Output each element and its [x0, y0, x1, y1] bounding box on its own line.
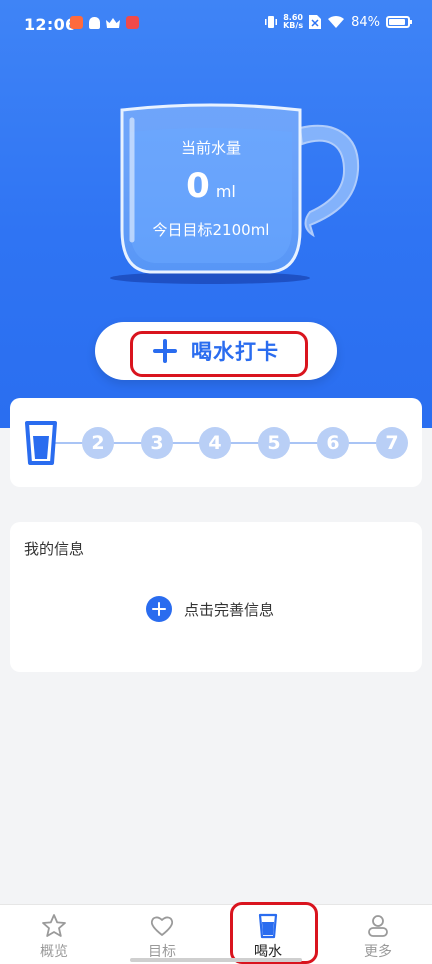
- plus-icon: [153, 339, 177, 363]
- star-icon: [42, 914, 66, 937]
- notification-icons: [70, 16, 139, 29]
- status-bar: 12:06 8.60 KB/s 84%: [0, 0, 432, 50]
- step-3[interactable]: 3: [141, 427, 173, 459]
- step-2[interactable]: 2: [82, 427, 114, 459]
- tab-overview[interactable]: 概览: [14, 913, 94, 961]
- sim-icon: [309, 15, 322, 29]
- water-cup-icon: [258, 913, 278, 939]
- complete-info-label: 点击完善信息: [184, 600, 275, 619]
- bottom-tab-bar: 概览 目标 喝水 更多: [0, 904, 432, 964]
- add-circle-icon: [146, 596, 172, 622]
- heart-icon: [150, 916, 174, 936]
- my-info-card: 我的信息 点击完善信息: [10, 522, 422, 672]
- tab-drink-water[interactable]: 喝水: [228, 913, 308, 961]
- battery-percent: 84%: [351, 14, 380, 30]
- status-time: 12:06: [24, 15, 77, 34]
- drink-checkin-button[interactable]: 喝水打卡: [95, 322, 337, 380]
- network-speed: 8.60 KB/s: [283, 13, 304, 30]
- status-right: 8.60 KB/s 84%: [265, 13, 412, 30]
- tab-goal[interactable]: 目标: [122, 913, 202, 961]
- app-notification-icon: [70, 16, 83, 29]
- vibrate-icon: [265, 16, 278, 28]
- battery-icon: [386, 16, 412, 28]
- daily-goal-text: 今日目标2100ml: [152, 221, 270, 239]
- water-cup-icon: [25, 421, 57, 465]
- tab-more-label: 更多: [364, 944, 392, 960]
- checkin-button-label: 喝水打卡: [191, 340, 279, 364]
- home-indicator[interactable]: [130, 958, 302, 962]
- step-4[interactable]: 4: [199, 427, 231, 459]
- drink-progress-card: 2 3 4 5 6 7: [10, 398, 422, 487]
- step-6[interactable]: 6: [317, 427, 349, 459]
- current-water-unit: ml: [215, 182, 236, 201]
- current-water-amount: 0 ml: [186, 166, 236, 206]
- complete-info-button[interactable]: 点击完善信息: [146, 596, 274, 622]
- crown-icon: [106, 17, 120, 28]
- water-cup: 当前水量 0 ml 今日目标2100ml: [110, 100, 370, 290]
- step-7[interactable]: 7: [376, 427, 408, 459]
- info-card-title: 我的信息: [24, 540, 85, 558]
- wifi-icon: [328, 15, 345, 28]
- tab-overview-label: 概览: [40, 944, 68, 960]
- person-icon: [368, 915, 388, 937]
- step-5[interactable]: 5: [258, 427, 290, 459]
- bell-icon: [89, 16, 100, 29]
- tab-more[interactable]: 更多: [338, 913, 418, 961]
- app-notification-icon: [126, 16, 139, 29]
- current-water-label: 当前水量: [180, 139, 241, 157]
